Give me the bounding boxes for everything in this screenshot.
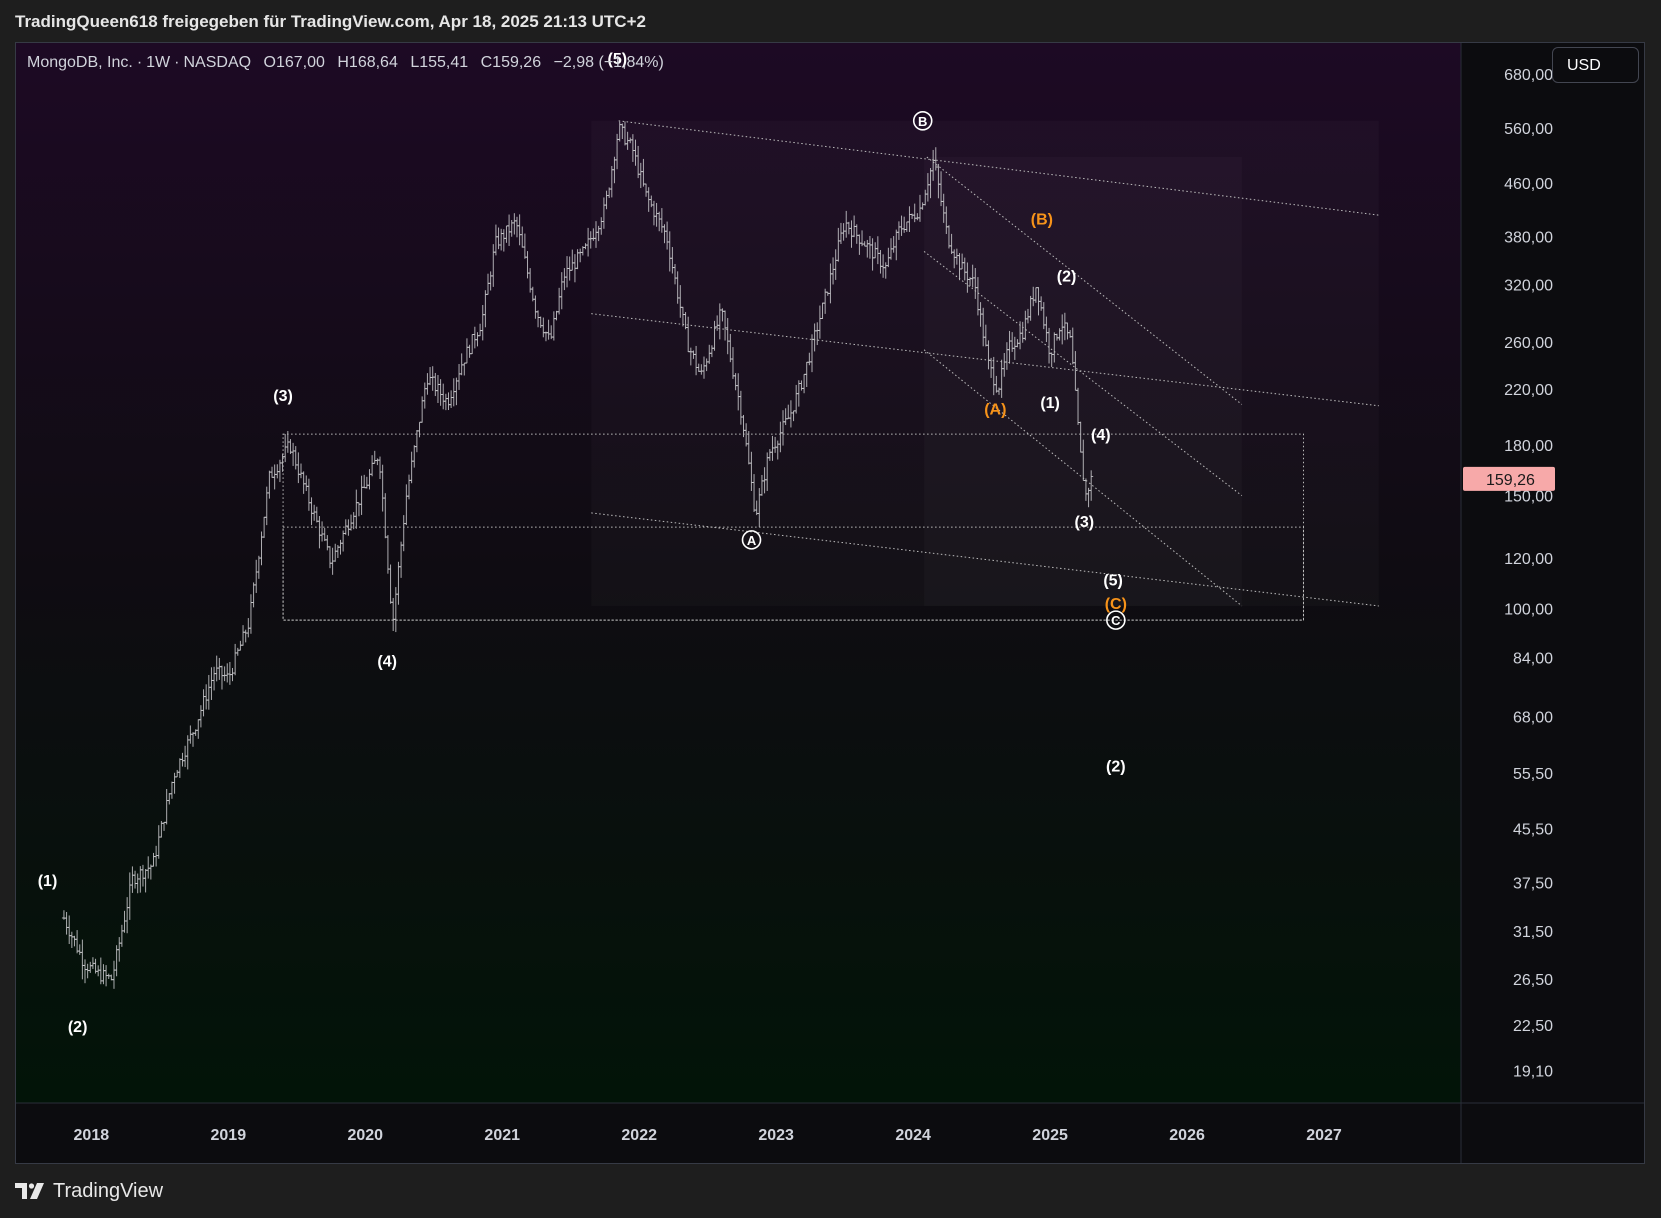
- tradingview-wordmark: TradingView: [53, 1179, 164, 1202]
- price-axis-label: 19,10: [1513, 1064, 1553, 1081]
- footer: [0, 1164, 1661, 1218]
- tradingview-logo-icon: [15, 1183, 44, 1199]
- symbol-name: MongoDB, Inc.: [27, 54, 133, 71]
- symbol-interval: 1W: [146, 54, 171, 71]
- price-axis-label: 120,00: [1504, 551, 1553, 568]
- ohlc-open: O167,00: [263, 54, 325, 71]
- chart-canvas[interactable]: (1)(2)(3)(4)(5)AB(A)(B)(1)(2)(3)(4)(5)(C…: [16, 43, 1645, 1164]
- price-axis-label: 380,00: [1504, 229, 1553, 246]
- price-axis-label: 220,00: [1504, 382, 1553, 399]
- wave-label: A: [747, 533, 757, 548]
- wave-label: (3): [273, 388, 293, 405]
- currency-button[interactable]: USD: [1552, 47, 1639, 83]
- price-axis-label: 55,50: [1513, 766, 1553, 783]
- price-axis-label: 37,50: [1513, 875, 1553, 892]
- wave-label: (5): [1103, 573, 1123, 590]
- shaded-region: [924, 157, 1242, 606]
- time-axis-label: 2018: [74, 1127, 110, 1144]
- wave-label: (4): [377, 654, 397, 671]
- price-axis-label: 180,00: [1504, 438, 1553, 455]
- wave-label: (1): [1040, 395, 1060, 412]
- time-axis-label: 2020: [347, 1127, 383, 1144]
- publisher-bar: TradingQueen618 freigegeben für TradingV…: [0, 0, 1661, 42]
- price-axis-label: 84,00: [1513, 650, 1553, 667]
- price-axis-label: 26,50: [1513, 972, 1553, 989]
- time-axis-label: 2025: [1032, 1127, 1068, 1144]
- wave-label: (4): [1091, 427, 1111, 444]
- price-axis-label: 680,00: [1504, 67, 1553, 84]
- wave-label: B: [918, 114, 927, 129]
- price-axis-label: 22,50: [1513, 1018, 1553, 1035]
- price-axis-label: 150,00: [1504, 489, 1553, 506]
- wave-label: (3): [1075, 514, 1095, 531]
- price-axis-label: 260,00: [1504, 335, 1553, 352]
- time-axis-label: 2019: [211, 1127, 247, 1144]
- time-axis-label: 2023: [758, 1127, 794, 1144]
- ohlc-close: C159,26: [480, 54, 542, 71]
- symbol-legend: MongoDB, Inc. · 1W · NASDAQ O167,00 H168,64 …: [27, 54, 664, 72]
- time-axis-label: 2024: [895, 1127, 931, 1144]
- wave-label: C: [1111, 613, 1121, 628]
- price-axis-label: 68,00: [1513, 709, 1553, 726]
- last-price-badge: 159,26: [1463, 466, 1555, 491]
- legend-separator: ·: [174, 54, 180, 71]
- wave-label: (B): [1031, 212, 1053, 229]
- price-axis-label: 100,00: [1504, 602, 1553, 619]
- wave-label: (A): [984, 401, 1006, 418]
- price-axis-label: 31,50: [1513, 924, 1553, 941]
- price-change: −2,98 (−1,84%): [553, 54, 664, 71]
- tradingview-brand[interactable]: TradingView: [15, 1177, 163, 1205]
- time-axis-label: 2022: [621, 1127, 657, 1144]
- legend-separator: ·: [136, 54, 143, 71]
- last-price-value: 159,26: [1486, 472, 1535, 489]
- time-axis-label: 2026: [1169, 1127, 1205, 1144]
- chart-frame[interactable]: (1) (2) (3) (4) (5) A B (A) (B) (1) (2) (3) (4) (5) (C…: [15, 42, 1645, 1164]
- price-axis-label: 320,00: [1504, 277, 1553, 294]
- wave-label: (1): [38, 873, 58, 890]
- time-axis-label: 2027: [1306, 1127, 1342, 1144]
- ohlc-low: L155,41: [410, 54, 469, 71]
- price-axis-label: 460,00: [1504, 176, 1553, 193]
- wave-label: (2): [1106, 759, 1126, 776]
- publisher-line: TradingQueen618 freigegeben für TradingV…: [15, 12, 646, 31]
- symbol-exchange: NASDAQ: [183, 54, 252, 71]
- time-axis-label: 2021: [484, 1127, 520, 1144]
- price-axis-label: 560,00: [1504, 121, 1553, 138]
- wave-label: (2): [68, 1019, 88, 1036]
- price-axis[interactable]: [1461, 43, 1645, 1164]
- wave-label: (2): [1057, 269, 1077, 286]
- ohlc-high: H168,64: [337, 54, 398, 71]
- price-axis-label: 45,50: [1513, 821, 1553, 838]
